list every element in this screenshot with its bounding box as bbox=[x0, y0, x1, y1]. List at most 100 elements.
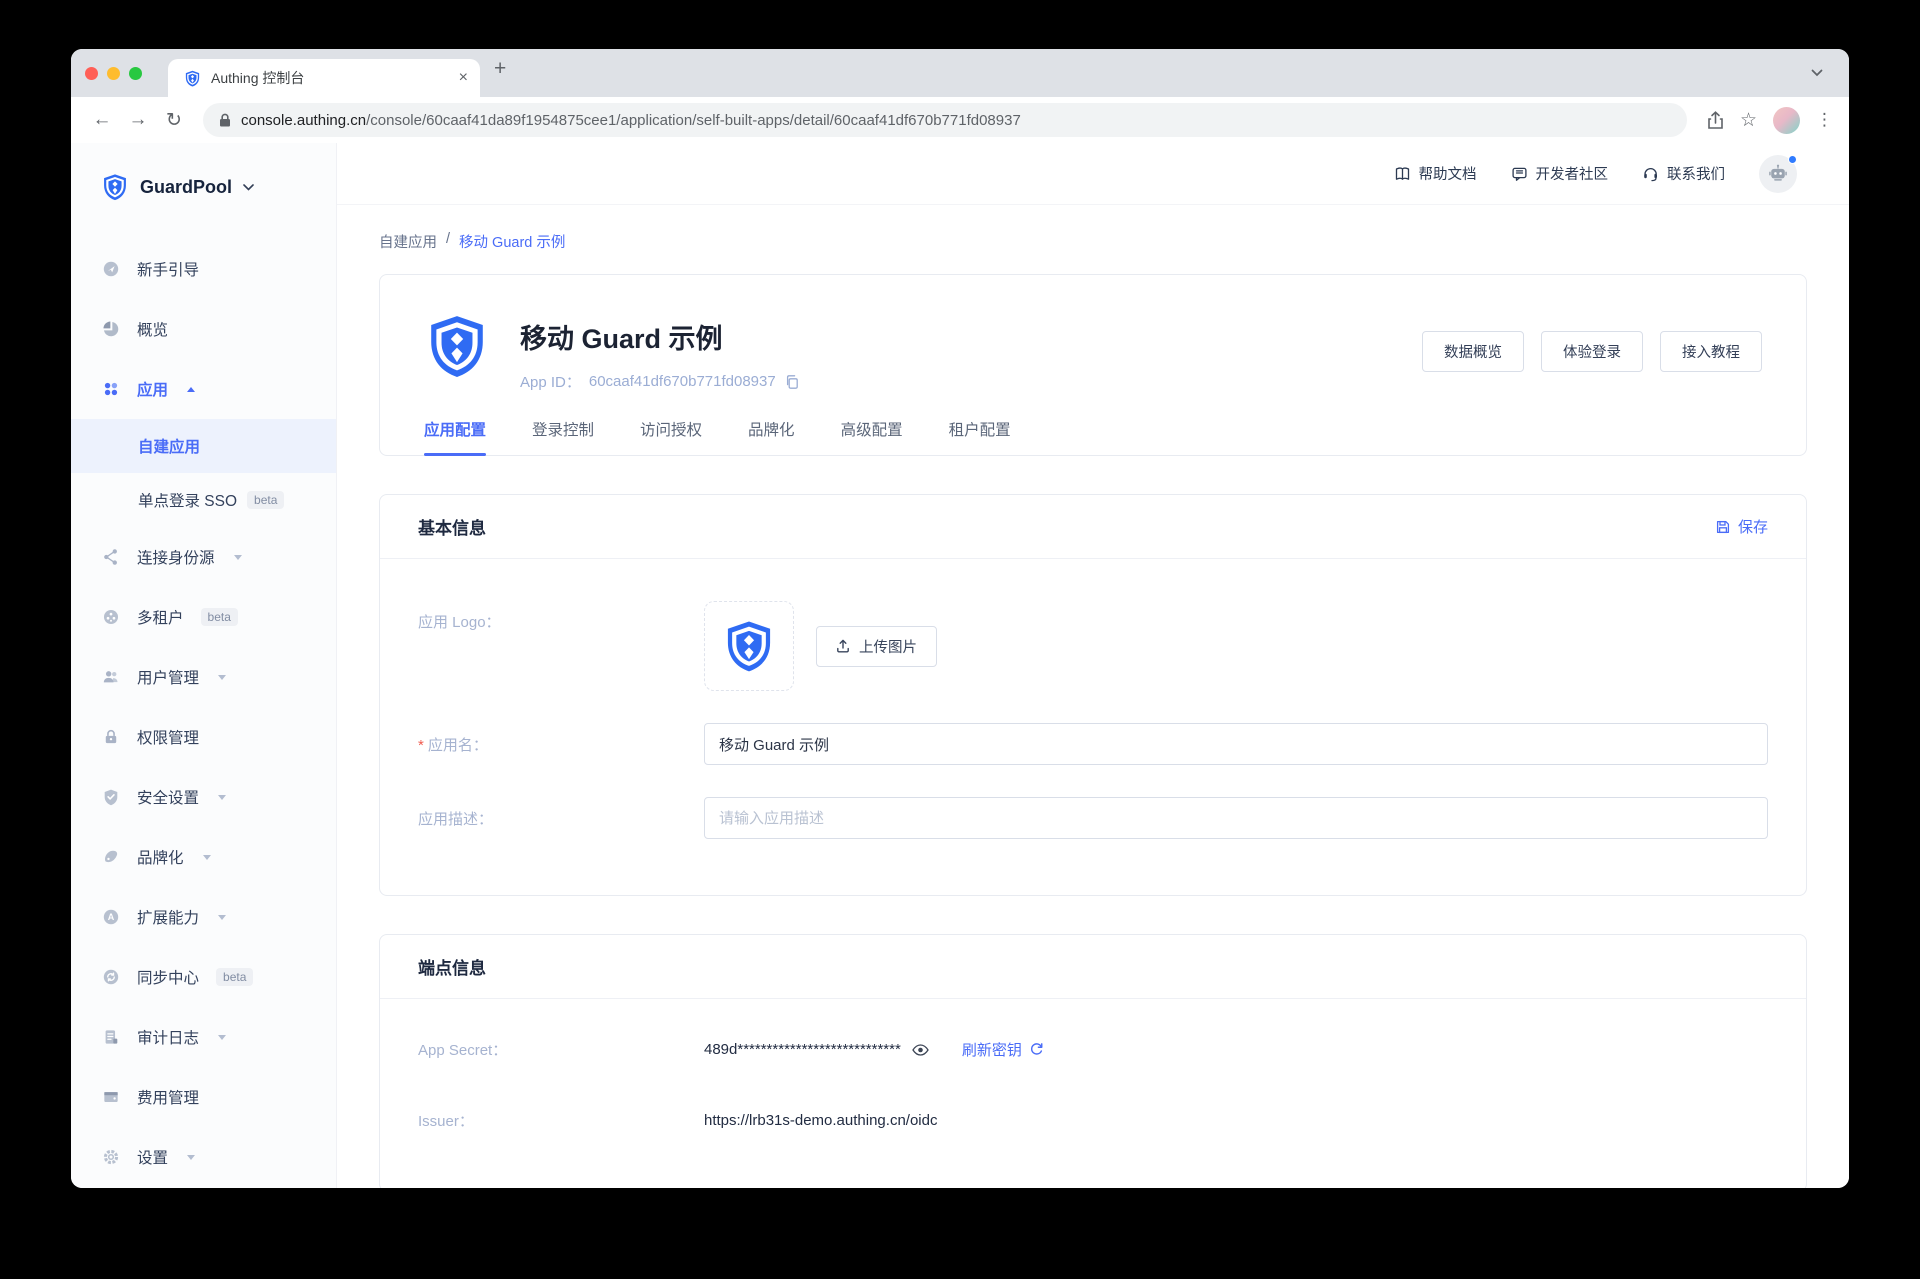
tab-login-control[interactable]: 登录控制 bbox=[532, 418, 594, 455]
data-overview-button[interactable]: 数据概览 bbox=[1422, 331, 1524, 372]
beta-badge: beta bbox=[216, 968, 254, 986]
letter-a-circle-icon: A bbox=[101, 908, 120, 926]
sidebar-item-identity-sources[interactable]: 连接身份源 bbox=[71, 527, 336, 587]
app-topbar: 帮助文档 开发者社区 联系我们 bbox=[337, 143, 1849, 205]
app-name-label: * 应用名： bbox=[418, 736, 488, 754]
endpoint-info-card: 端点信息 App Secret： 489d*******************… bbox=[379, 934, 1807, 1188]
sidebar-item-label: 费用管理 bbox=[137, 1090, 200, 1107]
tab-access-auth[interactable]: 访问授权 bbox=[640, 418, 702, 455]
sidebar-item-security[interactable]: 安全设置 bbox=[71, 767, 336, 827]
sidebar-item-branding[interactable]: 品牌化 bbox=[71, 827, 336, 887]
breadcrumb-current: 移动 Guard 示例 bbox=[459, 235, 566, 251]
app-header-card: 移动 Guard 示例 App ID： 60caaf41df670b771fd0… bbox=[379, 274, 1807, 456]
eye-icon[interactable] bbox=[911, 1042, 930, 1058]
forward-button[interactable]: → bbox=[123, 105, 153, 135]
try-login-button[interactable]: 体验登录 bbox=[1541, 331, 1643, 372]
gear-icon bbox=[101, 1148, 120, 1166]
sidebar-item-label: 权限管理 bbox=[137, 730, 200, 747]
required-asterisk: * bbox=[418, 736, 424, 754]
share-icon[interactable] bbox=[1707, 110, 1724, 130]
headset-icon bbox=[1644, 168, 1657, 182]
svg-text:A: A bbox=[107, 912, 114, 922]
copy-icon[interactable] bbox=[784, 374, 800, 390]
sidebar-item-user-management[interactable]: 用户管理 bbox=[71, 647, 336, 707]
sidebar-nav: 新手引导 概览 应用 自建应用 单点登录 SSO beta 连接身份源 多租户 … bbox=[71, 239, 336, 1187]
sidebar-item-label: 扩展能力 bbox=[137, 910, 200, 927]
browser-menu-icon[interactable]: ⋮ bbox=[1816, 110, 1833, 130]
user-avatar[interactable] bbox=[1759, 154, 1797, 193]
integration-tutorial-button[interactable]: 接入教程 bbox=[1660, 331, 1762, 372]
sidebar-item-self-built-apps[interactable]: 自建应用 bbox=[71, 419, 336, 473]
share-nodes-icon bbox=[101, 548, 120, 566]
sidebar-item-multi-tenant[interactable]: 多租户 beta bbox=[71, 587, 336, 647]
close-tab-icon[interactable]: × bbox=[459, 70, 468, 86]
sidebar-item-audit-logs[interactable]: 审计日志 bbox=[71, 1007, 336, 1067]
minimize-window-button[interactable] bbox=[107, 66, 120, 80]
sidebar-item-label: 自建应用 bbox=[138, 439, 201, 456]
sidebar-item-billing[interactable]: 费用管理 bbox=[71, 1067, 336, 1127]
save-label: 保存 bbox=[1737, 519, 1768, 536]
tenant-dots-icon bbox=[101, 608, 120, 626]
chat-icon bbox=[1511, 167, 1527, 181]
save-floppy-icon bbox=[1716, 520, 1730, 533]
sidebar-item-label: 多租户 bbox=[137, 610, 184, 627]
sidebar-item-overview[interactable]: 概览 bbox=[71, 299, 336, 359]
tab-branding[interactable]: 品牌化 bbox=[748, 418, 795, 455]
workspace-logo-shield-icon bbox=[101, 173, 129, 201]
tab-app-config[interactable]: 应用配置 bbox=[424, 418, 487, 456]
app-secret-value: 489d**************************** bbox=[704, 1041, 901, 1058]
sidebar-item-sso[interactable]: 单点登录 SSO beta bbox=[71, 473, 336, 527]
breadcrumb-parent[interactable]: 自建应用 bbox=[379, 231, 437, 252]
basic-info-card: 基本信息 保存 应用 Logo： 上传图片 * 应用名： 移动 Guard 示例… bbox=[379, 494, 1807, 896]
back-button[interactable]: ← bbox=[87, 105, 117, 135]
refresh-secret-link[interactable]: 刷新密钥 bbox=[962, 1039, 1044, 1060]
zoom-window-button[interactable] bbox=[129, 66, 142, 80]
sidebar-item-label: 品牌化 bbox=[137, 850, 184, 867]
sidebar: GuardPool 新手引导 概览 应用 自建应用 单点登录 SSO beta … bbox=[71, 143, 337, 1188]
url-bar[interactable]: console.authing.cn/console/60caaf41da89f… bbox=[203, 103, 1687, 137]
tab-advanced-config[interactable]: 高级配置 bbox=[841, 418, 903, 455]
tab-search-chevron-icon[interactable] bbox=[1811, 69, 1823, 77]
upload-image-button[interactable]: 上传图片 bbox=[816, 625, 937, 667]
close-window-button[interactable] bbox=[85, 66, 98, 80]
sidebar-item-permissions[interactable]: 权限管理 bbox=[71, 707, 336, 767]
notification-dot bbox=[1788, 154, 1797, 164]
url-domain: console.authing.cn bbox=[241, 111, 367, 129]
sidebar-item-applications[interactable]: 应用 bbox=[71, 359, 336, 419]
sidebar-item-extensions[interactable]: A 扩展能力 bbox=[71, 887, 336, 947]
brush-icon bbox=[101, 848, 120, 866]
save-button[interactable]: 保存 bbox=[1715, 516, 1768, 537]
sidebar-item-label: 应用 bbox=[137, 382, 169, 399]
browser-profile-avatar[interactable] bbox=[1773, 106, 1800, 134]
browser-tab[interactable]: Authing 控制台 × bbox=[168, 59, 480, 97]
sidebar-item-sync-center[interactable]: 同步中心 beta bbox=[71, 947, 336, 1007]
browser-toolbar: ← → ↻ console.authing.cn/console/60caaf4… bbox=[71, 97, 1849, 143]
app-desc-input[interactable] bbox=[704, 797, 1768, 839]
sidebar-item-settings[interactable]: 设置 bbox=[71, 1127, 336, 1187]
contact-us-link[interactable]: 联系我们 bbox=[1642, 163, 1725, 184]
help-docs-link[interactable]: 帮助文档 bbox=[1394, 163, 1477, 184]
app-secret-label: App Secret： bbox=[418, 1042, 508, 1059]
bookmark-star-icon[interactable]: ☆ bbox=[1740, 109, 1757, 132]
app-name-input[interactable] bbox=[704, 723, 1768, 765]
section-title: 基本信息 bbox=[418, 519, 486, 538]
browser-tabstrip: Authing 控制台 × + bbox=[71, 49, 1849, 97]
sync-icon bbox=[101, 968, 120, 986]
tab-title: Authing 控制台 bbox=[211, 70, 305, 86]
sidebar-item-label: 审计日志 bbox=[137, 1030, 200, 1047]
app-logo-preview[interactable] bbox=[704, 601, 794, 691]
caret-down-icon bbox=[218, 914, 227, 920]
workspace-switcher[interactable]: GuardPool bbox=[71, 167, 336, 207]
book-icon bbox=[1395, 167, 1409, 180]
breadcrumb: 自建应用 / 移动 Guard 示例 bbox=[379, 231, 1807, 252]
favicon-shield-icon bbox=[184, 70, 201, 87]
sidebar-item-guide[interactable]: 新手引导 bbox=[71, 239, 336, 299]
app-logo-shield-icon bbox=[722, 619, 776, 673]
caret-down-icon bbox=[233, 554, 242, 560]
developer-community-link[interactable]: 开发者社区 bbox=[1511, 163, 1608, 184]
reload-button[interactable]: ↻ bbox=[159, 105, 189, 135]
shield-check-icon bbox=[101, 788, 120, 806]
tab-tenant-config[interactable]: 租户配置 bbox=[949, 418, 1011, 455]
new-tab-button[interactable]: + bbox=[494, 57, 506, 81]
upload-label: 上传图片 bbox=[859, 639, 917, 656]
